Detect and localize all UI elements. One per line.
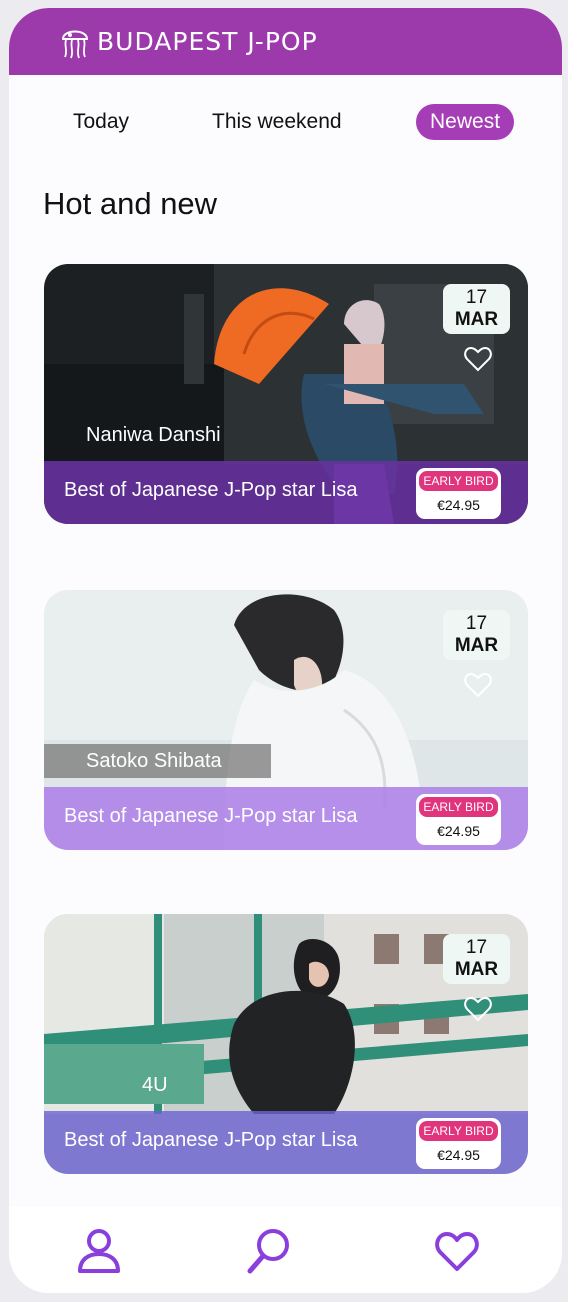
date-badge: 17 MAR [443, 610, 510, 660]
date-badge: 17 MAR [443, 284, 510, 334]
event-title: Best of Japanese J-Pop star Lisa [64, 1129, 358, 1151]
tab-today[interactable]: Today [73, 104, 129, 140]
early-bird-badge: EARLY BIRD [419, 1121, 498, 1141]
ticket-price: €24.95 [437, 823, 480, 839]
section-title: Hot and new [43, 186, 218, 221]
date-day: 17 [465, 287, 488, 308]
phone-screen: BUDAPEST J-POP Today This weekend Newest… [9, 8, 562, 1293]
artist-name: Satoko Shibata [86, 750, 222, 772]
event-info-strip: Best of Japanese J-Pop star Lisa EARLY B… [44, 461, 528, 524]
date-badge: 17 MAR [443, 934, 510, 984]
date-day: 17 [465, 613, 488, 634]
bottom-nav [9, 1207, 562, 1293]
event-info-strip: Best of Japanese J-Pop star Lisa EARLY B… [44, 1111, 528, 1174]
heart-icon[interactable] [464, 346, 492, 372]
event-card[interactable]: Satoko Shibata 17 MAR Best of Japanese J… [44, 590, 528, 850]
event-info-strip: Best of Japanese J-Pop star Lisa EARLY B… [44, 787, 528, 850]
price-box: EARLY BIRD €24.95 [416, 468, 501, 519]
price-box: EARLY BIRD €24.95 [416, 794, 501, 845]
ticket-price: €24.95 [437, 497, 480, 513]
date-day: 17 [465, 937, 488, 958]
date-month: MAR [454, 635, 499, 656]
app-title: BUDAPEST J-POP [97, 27, 318, 56]
heart-icon[interactable] [464, 672, 492, 698]
event-title: Best of Japanese J-Pop star Lisa [64, 805, 358, 827]
heart-icon[interactable] [434, 1227, 480, 1275]
early-bird-badge: EARLY BIRD [419, 797, 498, 817]
ticket-price: €24.95 [437, 1147, 480, 1163]
app-header: BUDAPEST J-POP [9, 8, 562, 75]
early-bird-badge: EARLY BIRD [419, 471, 498, 491]
filter-tabs: Today This weekend Newest [9, 104, 562, 142]
event-title: Best of Japanese J-Pop star Lisa [64, 479, 358, 501]
event-card[interactable]: 4U 17 MAR Best of Japanese J-Pop star Li… [44, 914, 528, 1174]
tab-this-weekend[interactable]: This weekend [212, 104, 342, 140]
price-box: EARLY BIRD €24.95 [416, 1118, 501, 1169]
jellyfish-icon [61, 30, 89, 58]
profile-icon[interactable] [76, 1227, 122, 1275]
heart-icon[interactable] [464, 996, 492, 1022]
artist-name: Naniwa Danshi [86, 424, 221, 446]
date-month: MAR [454, 309, 499, 330]
date-month: MAR [454, 959, 499, 980]
tab-newest[interactable]: Newest [416, 104, 515, 140]
search-icon[interactable] [246, 1227, 292, 1275]
artist-name: 4U [142, 1074, 168, 1096]
event-card[interactable]: Naniwa Danshi 17 MAR Best of Japanese J-… [44, 264, 528, 524]
